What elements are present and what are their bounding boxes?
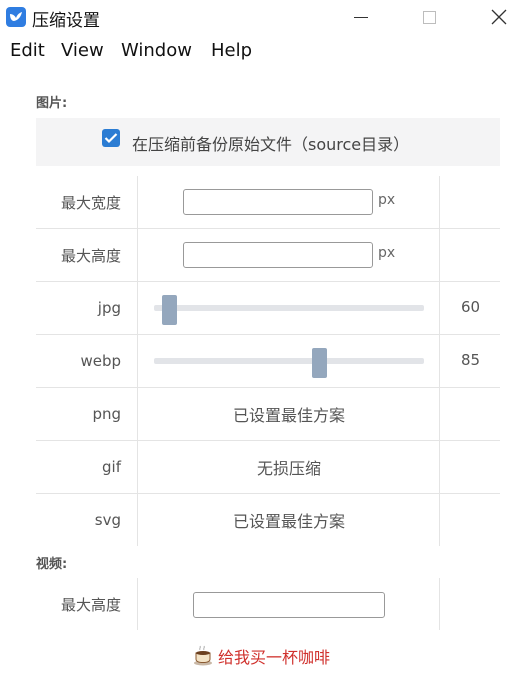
gif-label: gif xyxy=(36,441,138,493)
minimize-icon xyxy=(354,16,368,18)
video-max-height-row: 最大高度 xyxy=(36,578,500,630)
buy-coffee-label: 给我买一杯咖啡 xyxy=(218,648,331,667)
cell-divider xyxy=(439,282,440,334)
menu-window[interactable]: Window xyxy=(121,40,192,61)
gif-row: gif 无损压缩 xyxy=(36,441,500,494)
jpg-slider-track[interactable] xyxy=(154,305,424,311)
jpg-row: jpg 60 xyxy=(36,282,500,335)
max-height-row: 最大高度 px xyxy=(36,229,500,282)
jpg-label: jpg xyxy=(36,282,138,334)
video-max-height-label: 最大高度 xyxy=(36,578,138,630)
menu-edit[interactable]: Edit xyxy=(10,40,45,61)
coffee-cup-icon xyxy=(194,645,212,666)
backup-label: 在压缩前备份原始文件（source目录） xyxy=(132,135,410,154)
title-bar: 压缩设置 xyxy=(0,0,532,34)
checkmark-icon xyxy=(104,133,118,144)
max-height-input[interactable] xyxy=(183,242,373,268)
menu-view[interactable]: View xyxy=(61,40,104,61)
maximize-button[interactable] xyxy=(406,2,452,32)
max-width-row: 最大宽度 px xyxy=(36,176,500,229)
bird-app-icon xyxy=(6,7,26,27)
svg-label: svg xyxy=(36,494,138,546)
image-section-label: 图片: xyxy=(36,96,68,111)
svg-row: svg 已设置最佳方案 xyxy=(36,494,500,546)
buy-coffee-link[interactable]: 给我买一杯咖啡 xyxy=(192,644,330,668)
close-icon xyxy=(491,9,507,25)
max-width-input[interactable] xyxy=(183,189,373,215)
webp-slider-track[interactable] xyxy=(154,358,424,364)
video-max-height-input[interactable] xyxy=(193,592,385,618)
cell-divider xyxy=(439,335,440,387)
close-button[interactable] xyxy=(476,2,522,32)
jpg-quality-value: 60 xyxy=(461,298,481,316)
window-title: 压缩设置 xyxy=(32,11,100,31)
cell-divider xyxy=(439,578,440,630)
webp-slider-thumb[interactable] xyxy=(312,348,328,378)
webp-row: webp 85 xyxy=(36,335,500,388)
image-settings-table: 最大宽度 px 最大高度 px jpg 60 webp 85 png 已设置最佳… xyxy=(36,176,500,546)
max-height-unit: px xyxy=(378,245,396,261)
video-settings-table: 最大高度 xyxy=(36,578,500,630)
max-height-label: 最大高度 xyxy=(36,229,138,281)
gif-status: 无损压缩 xyxy=(256,459,321,478)
backup-checkbox[interactable] xyxy=(102,129,120,147)
cell-divider xyxy=(439,229,440,281)
cell-divider xyxy=(439,388,440,440)
maximize-icon xyxy=(422,10,436,24)
jpg-slider-thumb[interactable] xyxy=(161,295,177,325)
cell-divider xyxy=(439,441,440,493)
menu-bar: Edit View Window Help xyxy=(0,36,532,66)
png-row: png 已设置最佳方案 xyxy=(36,388,500,441)
max-width-unit: px xyxy=(378,192,396,208)
max-width-label: 最大宽度 xyxy=(36,176,138,228)
video-section-label: 视频: xyxy=(36,557,68,572)
webp-quality-value: 85 xyxy=(461,351,481,369)
minimize-button[interactable] xyxy=(338,2,384,32)
png-status: 已设置最佳方案 xyxy=(232,406,345,425)
png-label: png xyxy=(36,388,138,440)
backup-option-row[interactable]: 在压缩前备份原始文件（source目录） xyxy=(36,118,500,166)
webp-label: webp xyxy=(36,335,138,387)
svg-status: 已设置最佳方案 xyxy=(232,512,345,531)
cell-divider xyxy=(439,176,440,228)
cell-divider xyxy=(439,494,440,546)
menu-help[interactable]: Help xyxy=(211,40,252,61)
